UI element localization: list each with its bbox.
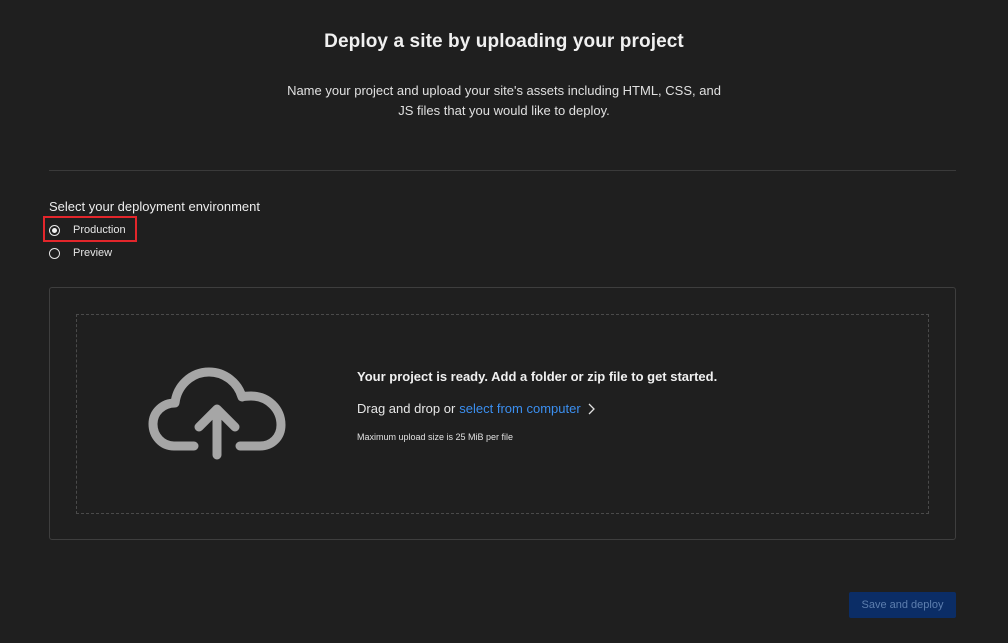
cloud-upload-icon [148, 367, 286, 460]
upload-size-note: Maximum upload size is 25 MiB per file [357, 432, 514, 442]
section-divider [49, 170, 956, 171]
upload-instruction: Drag and drop or select from computer [357, 401, 595, 416]
chevron-right-icon[interactable] [587, 403, 595, 415]
save-and-deploy-button[interactable]: Save and deploy [849, 592, 956, 618]
environment-label: Select your deployment environment [49, 199, 261, 214]
page-title: Deploy a site by uploading your project [324, 31, 684, 52]
radio-preview-label[interactable]: Preview [73, 247, 112, 259]
select-from-computer-link[interactable]: select from computer [459, 401, 580, 416]
radio-preview-button[interactable] [49, 247, 60, 259]
radio-preview[interactable]: Preview [49, 243, 112, 263]
selection-highlight-box [43, 216, 137, 242]
deploy-page: Deploy a site by uploading your project … [0, 0, 1008, 643]
drag-drop-text: Drag and drop or [357, 401, 456, 416]
upload-heading: Your project is ready. Add a folder or z… [357, 369, 718, 384]
page-subtitle: Name your project and upload your site's… [287, 83, 721, 118]
